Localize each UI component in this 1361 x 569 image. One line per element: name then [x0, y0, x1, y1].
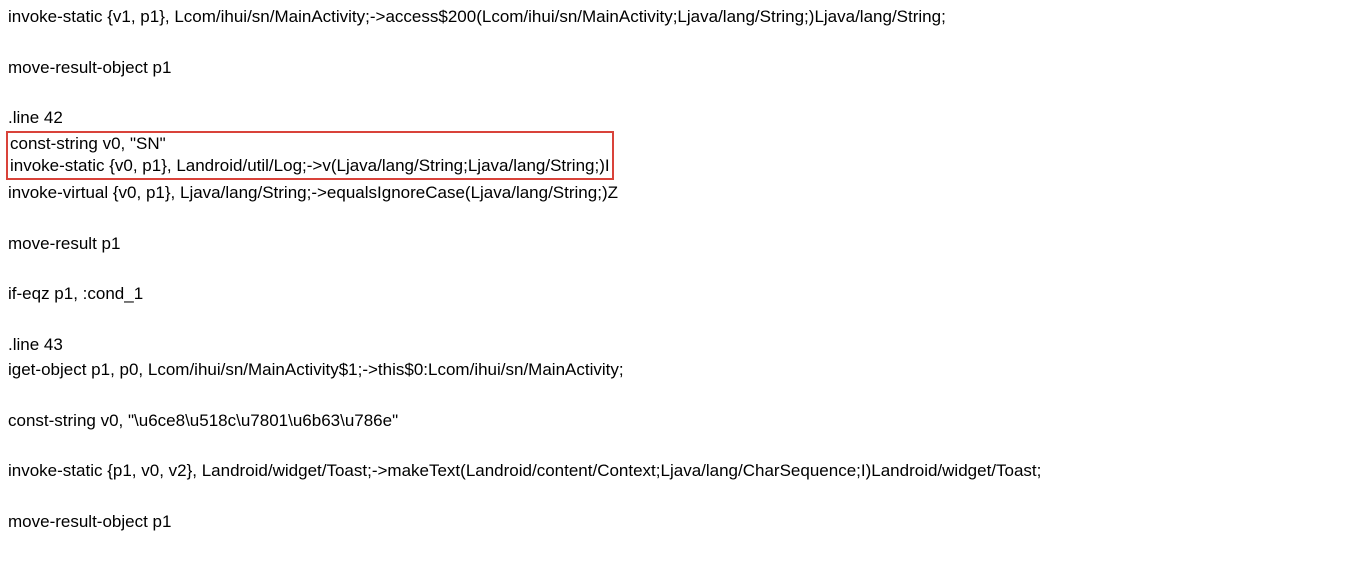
code-line: .line 43 — [8, 332, 1353, 358]
highlighted-code-box: const-string v0, "SN" invoke-static {v0,… — [6, 131, 614, 181]
blank-line — [8, 206, 1353, 231]
code-line: iget-object p1, p0, Lcom/ihui/sn/MainAct… — [8, 357, 1353, 383]
code-line: move-result-object p1 — [8, 509, 1353, 535]
smali-code-block: invoke-static {v1, p1}, Lcom/ihui/sn/Mai… — [0, 0, 1361, 538]
blank-line — [8, 256, 1353, 281]
blank-line — [8, 80, 1353, 105]
code-line: .line 42 — [8, 105, 1353, 131]
blank-line — [8, 383, 1353, 408]
code-line: invoke-static {v1, p1}, Lcom/ihui/sn/Mai… — [8, 4, 1353, 30]
code-line: if-eqz p1, :cond_1 — [8, 281, 1353, 307]
blank-line — [8, 307, 1353, 332]
highlighted-code-line: invoke-static {v0, p1}, Landroid/util/Lo… — [10, 155, 610, 178]
code-line: invoke-virtual {v0, p1}, Ljava/lang/Stri… — [8, 180, 1353, 206]
highlighted-code-line: const-string v0, "SN" — [10, 133, 610, 156]
code-line: const-string v0, "\u6ce8\u518c\u7801\u6b… — [8, 408, 1353, 434]
code-line: move-result p1 — [8, 231, 1353, 257]
blank-line — [8, 30, 1353, 55]
blank-line — [8, 484, 1353, 509]
blank-line — [8, 433, 1353, 458]
code-line: move-result-object p1 — [8, 55, 1353, 81]
code-line: invoke-static {p1, v0, v2}, Landroid/wid… — [8, 458, 1353, 484]
